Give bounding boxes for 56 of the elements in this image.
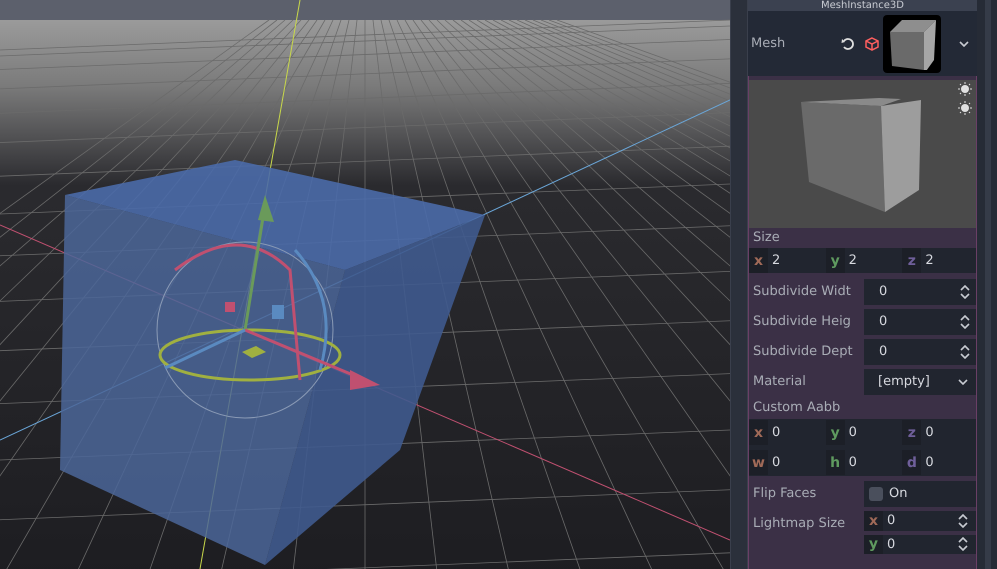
checkbox[interactable] <box>869 487 883 501</box>
caret-icon <box>959 40 969 46</box>
field-value: 0 <box>879 343 888 362</box>
field-value: 0 <box>772 424 782 442</box>
field-value: 0 <box>925 424 935 442</box>
spinner-arrows-icon[interactable] <box>960 315 970 329</box>
axis-label: w <box>752 456 765 470</box>
field-value: 0 <box>848 424 858 442</box>
field-value: 0 <box>772 454 782 472</box>
field-value: 0 <box>887 536 896 554</box>
axis-label: h <box>830 456 840 470</box>
field-value: 2 <box>848 252 858 270</box>
light-icon[interactable] <box>958 101 972 115</box>
property-label: Mesh <box>751 34 786 53</box>
property-label: Lightmap Size <box>753 515 846 534</box>
property-label: Custom Aabb <box>752 399 842 418</box>
axis-label: x <box>754 426 764 440</box>
axis-label: y <box>830 426 840 440</box>
property-label: Subdivide Widt <box>753 283 852 302</box>
field-value: 0 <box>848 454 858 472</box>
axis-label: z <box>908 426 916 440</box>
property-label: Subdivide Heig <box>753 313 852 332</box>
property-label: Size <box>752 229 781 248</box>
field-value: 0 <box>879 283 888 302</box>
axis-label: d <box>906 456 917 470</box>
property-label: Flip Faces <box>753 485 818 504</box>
field-value: 2 <box>925 252 935 270</box>
number-field[interactable]: x 0 <box>864 511 976 530</box>
number-field[interactable]: 0 <box>864 339 976 365</box>
axis-label: x <box>754 254 764 268</box>
caret-icon <box>958 379 968 385</box>
field-value: 0 <box>879 313 888 332</box>
material-dropdown[interactable]: [empty] <box>864 369 976 395</box>
number-field[interactable]: 0 <box>864 279 976 305</box>
property-label: Subdivide Dept <box>753 343 854 362</box>
mesh-thumbnail[interactable] <box>883 14 941 72</box>
axis-label: y <box>830 254 840 268</box>
number-field[interactable]: y 0 <box>864 534 976 554</box>
spinner-arrows-icon[interactable] <box>960 345 970 359</box>
axis-label: x <box>868 514 878 528</box>
spinner-arrows-icon[interactable] <box>958 537 968 552</box>
number-field[interactable]: 0 <box>864 309 976 335</box>
node-title: MeshInstance3D <box>821 0 904 11</box>
field-value: 2 <box>772 252 782 270</box>
spinner-arrows-icon[interactable] <box>958 514 968 528</box>
property-label: Material <box>753 373 807 392</box>
spinner-arrows-icon[interactable] <box>960 285 970 299</box>
light-icon[interactable] <box>958 82 972 96</box>
axis-label: z <box>908 254 916 268</box>
field-value: 0 <box>925 454 935 472</box>
field-value: 0 <box>887 512 896 530</box>
cube-icon <box>865 36 879 50</box>
reset-icon[interactable] <box>841 36 855 50</box>
checkbox-label: On <box>889 485 908 504</box>
3d-viewport-drawing[interactable] <box>0 0 730 569</box>
axis-label: y <box>868 537 878 552</box>
